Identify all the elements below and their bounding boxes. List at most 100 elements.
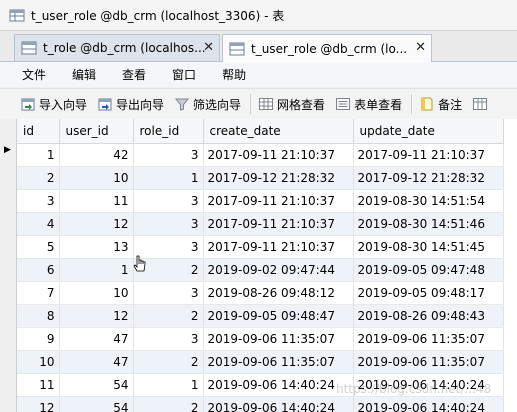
table-cell-update-date[interactable]: 2017-09-12 21:28:32 [353,166,504,190]
table-cell-id[interactable]: 3 [17,189,60,213]
table-row[interactable]: 7 10 3 2019-08-26 09:48:12 2019-09-05 09:48:… [17,281,504,305]
memo-button[interactable]: 备注 [419,96,462,113]
data-grid: id user_id role_id create_date update_da… [16,119,517,412]
table-cell-id[interactable]: 9 [17,327,60,351]
table-cell-id[interactable]: 2 [17,166,60,190]
table-row[interactable]: 2 10 1 2017-09-12 21:28:32 2017-09-12 21:28:… [17,166,504,190]
table-app-icon [9,9,25,22]
table-cell-update-date[interactable]: 2019-08-26 09:48:43 [353,304,504,328]
table-cell-id[interactable]: 6 [17,258,60,282]
table-cell-role-id[interactable]: 3 [133,235,204,259]
filter-wizard-button[interactable]: 筛选向导 [174,96,241,113]
close-icon[interactable]: ✕ [203,40,214,55]
table-cell-id[interactable]: 10 [17,350,60,374]
table-cell-id[interactable]: 4 [17,212,60,236]
table-cell-user-id[interactable]: 42 [59,143,134,167]
table-cell-role-id[interactable]: 3 [133,212,204,236]
table-cell-role-id[interactable]: 1 [133,373,204,397]
table-cell-role-id[interactable]: 2 [133,258,204,282]
table-cell-role-id[interactable]: 2 [133,350,204,374]
table-cell-create-date[interactable]: 2019-08-26 09:48:12 [203,281,354,305]
export-label: 导出向导 [116,97,165,112]
table-cell-user-id[interactable]: 47 [59,350,134,374]
table-cell-update-date[interactable]: 2019-09-05 09:47:48 [353,258,504,282]
memo-label: 备注 [438,97,463,112]
import-wizard-button[interactable]: 导入向导 [20,96,87,113]
table-cell-user-id[interactable]: 10 [59,281,134,305]
menu-window[interactable]: 窗口 [172,66,196,83]
column-header-user-id[interactable]: user_id [59,119,134,144]
table-cell-id[interactable]: 5 [17,235,60,259]
table-cell-role-id[interactable]: 1 [133,166,204,190]
table-cell-create-date[interactable]: 2019-09-06 14:40:24 [203,373,354,397]
table-cell-role-id[interactable]: 2 [133,304,204,328]
table-cell-create-date[interactable]: 2019-09-06 14:40:24 [203,396,354,412]
column-header-role-id[interactable]: role_id [133,119,204,144]
table-row[interactable]: 9 47 3 2019-09-06 11:35:07 2019-09-06 11:35:… [17,327,504,351]
table-cell-user-id[interactable]: 1 [59,258,134,282]
table-cell-create-date[interactable]: 2017-09-11 21:10:37 [203,212,354,236]
table-cell-create-date[interactable]: 2017-09-12 21:28:32 [203,166,354,190]
export-icon [98,98,112,111]
column-header-create-date[interactable]: create_date [203,119,354,144]
tab-t-role[interactable]: t_role @db_crm (localhos... ✕ [14,34,220,61]
table-cell-role-id[interactable]: 3 [133,281,204,305]
export-wizard-button[interactable]: 导出向导 [97,96,164,113]
menu-help[interactable]: 帮助 [222,66,246,83]
menu-view[interactable]: 查看 [122,66,146,83]
table-row[interactable]: 10 47 2 2019-09-06 11:35:07 2019-09-06 11:35… [17,350,504,374]
table-cell-create-date[interactable]: 2019-09-06 11:35:07 [203,350,354,374]
table-cell-user-id[interactable]: 12 [59,212,134,236]
filter-label: 筛选向导 [193,97,242,112]
table-cell-update-date[interactable]: 2019-09-06 14:40:24 [353,396,504,412]
table-cell-role-id[interactable]: 3 [133,143,204,167]
tab-label: t_user_role @db_crm (lo... [251,41,408,56]
tab-strip: t_role @db_crm (localhos... ✕ t_user_rol… [0,31,517,62]
close-icon[interactable]: ✕ [415,40,426,55]
table-row[interactable]: 8 12 2 2019-09-05 09:48:47 2019-08-26 09:48:… [17,304,504,328]
table-cell-user-id[interactable]: 13 [59,235,134,259]
table-cell-create-date[interactable]: 2019-09-06 11:35:07 [203,327,354,351]
table-row[interactable]: 6 1 2 2019-09-02 09:47:44 2019-09-05 09:47:4… [17,258,504,282]
table-cell-id[interactable]: 7 [17,281,60,305]
table-cell-update-date[interactable]: 2019-08-30 14:51:46 [353,212,504,236]
table-row[interactable]: 1 42 3 2017-09-11 21:10:37 2017-09-11 21:10:… [17,143,504,167]
table-cell-user-id[interactable]: 54 [59,373,134,397]
table-cell-update-date[interactable]: 2019-08-30 14:51:45 [353,235,504,259]
table-cell-role-id[interactable]: 3 [133,327,204,351]
table-cell-update-date[interactable]: 2019-08-30 14:51:54 [353,189,504,213]
form-view-button[interactable]: 表单查看 [335,96,402,113]
table-row[interactable]: 5 13 3 2017-09-11 21:10:37 2019-08-30 14:51:… [17,235,504,259]
column-header-update-date[interactable]: update_date [353,119,504,144]
menu-file[interactable]: 文件 [22,66,46,83]
grid-view-button[interactable]: 网格查看 [258,96,325,113]
table-cell-update-date[interactable]: 2017-09-11 21:10:37 [353,143,504,167]
table-cell-create-date[interactable]: 2017-09-11 21:10:37 [203,235,354,259]
table-cell-id[interactable]: 1 [17,143,60,167]
table-cell-create-date[interactable]: 2019-09-02 09:47:44 [203,258,354,282]
window-titlebar: t_user_role @db_crm (localhost_3306) - 表 [0,0,517,31]
more-button[interactable] [472,96,491,112]
table-cell-id[interactable]: 11 [17,373,60,397]
table-cell-update-date[interactable]: 2019-09-06 11:35:07 [353,327,504,351]
table-row[interactable]: 12 54 2 2019-09-06 14:40:24 2019-09-06 14:40… [17,396,504,412]
table-cell-user-id[interactable]: 10 [59,166,134,190]
table-cell-user-id[interactable]: 54 [59,396,134,412]
table-cell-user-id[interactable]: 11 [59,189,134,213]
column-header-id[interactable]: id [17,119,60,144]
table-cell-user-id[interactable]: 47 [59,327,134,351]
table-cell-role-id[interactable]: 2 [133,396,204,412]
menu-edit[interactable]: 编辑 [72,66,96,83]
table-cell-update-date[interactable]: 2019-09-06 11:35:07 [353,350,504,374]
table-cell-update-date[interactable]: 2019-09-05 09:48:17 [353,281,504,305]
table-cell-role-id[interactable]: 3 [133,189,204,213]
table-cell-create-date[interactable]: 2017-09-11 21:10:37 [203,189,354,213]
table-cell-id[interactable]: 8 [17,304,60,328]
table-row[interactable]: 3 11 3 2017-09-11 21:10:37 2019-08-30 14:51:… [17,189,504,213]
table-cell-id[interactable]: 12 [17,396,60,412]
table-cell-create-date[interactable]: 2019-09-05 09:48:47 [203,304,354,328]
table-row[interactable]: 4 12 3 2017-09-11 21:10:37 2019-08-30 14:51:… [17,212,504,236]
tab-t-user-role[interactable]: t_user_role @db_crm (lo... ✕ [222,34,432,62]
table-cell-create-date[interactable]: 2017-09-11 21:10:37 [203,143,354,167]
table-cell-user-id[interactable]: 12 [59,304,134,328]
